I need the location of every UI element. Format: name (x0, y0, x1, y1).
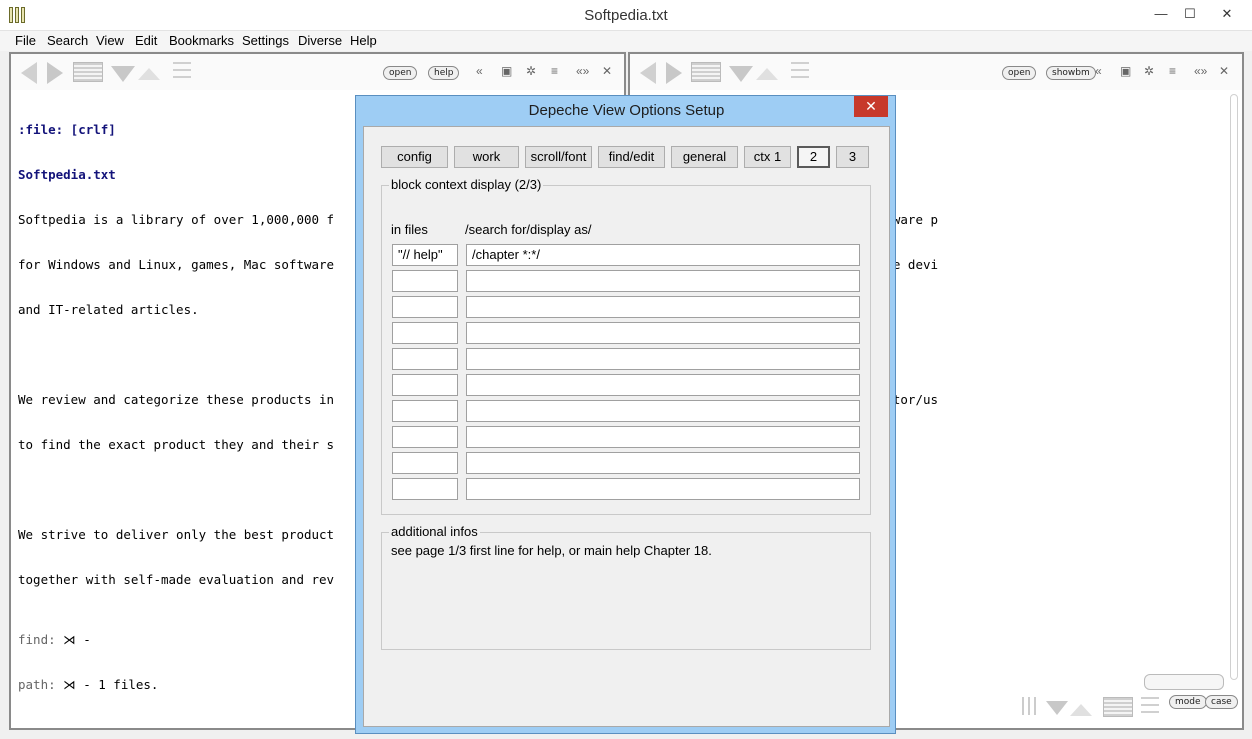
showbm-button[interactable]: showbm (1046, 66, 1096, 80)
info-text: see page 1/3 first line for help, or mai… (391, 543, 712, 558)
menu-settings[interactable]: Settings (242, 33, 289, 48)
dialog-close-button[interactable]: ✕ (854, 96, 888, 117)
tab-ctx-2[interactable]: 2 (797, 146, 830, 168)
close-pane-icon[interactable]: ✕ (1219, 64, 1229, 78)
in-files-field[interactable] (392, 322, 458, 344)
right-scrollbar[interactable] (1230, 94, 1238, 680)
menu-bar: File Search View Edit Bookmarks Settings… (0, 31, 1252, 51)
menu-diverse[interactable]: Diverse (298, 33, 342, 48)
in-files-field[interactable] (392, 270, 458, 292)
scroll-up-icon[interactable] (1070, 704, 1092, 716)
tab-ctx-1[interactable]: ctx 1 (744, 146, 791, 168)
menu-view[interactable]: View (96, 33, 124, 48)
close-window-button[interactable]: ✕ (1210, 3, 1244, 25)
search-display-field[interactable] (466, 322, 860, 344)
gear-icon[interactable]: ✲ (1144, 64, 1154, 78)
in-files-field[interactable] (392, 478, 458, 500)
in-files-field[interactable] (392, 374, 458, 396)
in-files-header: in files (391, 222, 428, 237)
search-display-field[interactable] (466, 374, 860, 396)
window-icon[interactable]: ▣ (1120, 64, 1131, 78)
title-bar: Softpedia.txt — ☐ ✕ (0, 0, 1252, 31)
in-files-field[interactable]: "// help" (392, 244, 458, 266)
scroll-up-icon[interactable] (138, 68, 160, 80)
options-dialog: Depeche View Options Setup ✕ config work… (355, 95, 896, 734)
tab-scroll-font[interactable]: scroll/font (525, 146, 592, 168)
list-icon[interactable] (1141, 697, 1159, 715)
search-display-field[interactable] (466, 426, 860, 448)
mode-button[interactable]: mode (1169, 695, 1207, 709)
scroll-up-icon[interactable] (756, 68, 778, 80)
list-icon[interactable] (791, 62, 809, 80)
pages-icon[interactable] (1103, 697, 1133, 717)
search-display-field[interactable] (466, 270, 860, 292)
close-pane-icon[interactable]: ✕ (602, 64, 612, 78)
open-button[interactable]: open (383, 66, 418, 80)
find-value[interactable]: ⋊ - (63, 632, 91, 647)
search-display-field[interactable] (466, 348, 860, 370)
case-button[interactable]: case (1205, 695, 1238, 709)
pages-icon[interactable] (691, 62, 721, 82)
swap-icon[interactable]: «» (1194, 64, 1207, 78)
grid-icon[interactable] (1022, 697, 1040, 715)
keyboard-icon[interactable] (1144, 674, 1224, 690)
swap-icon[interactable]: «» (576, 64, 589, 78)
path-label: path: (18, 677, 56, 692)
menu-edit[interactable]: Edit (135, 33, 157, 48)
forward-icon[interactable] (47, 62, 63, 84)
tab-work[interactable]: work (454, 146, 519, 168)
search-display-field[interactable] (466, 478, 860, 500)
back-icon[interactable] (640, 62, 656, 84)
left-status: find: ⋊ - path: ⋊ - 1 files. (18, 602, 158, 722)
search-display-field[interactable]: /chapter *:*/ (466, 244, 860, 266)
dialog-body: config work scroll/font find/edit genera… (363, 126, 890, 727)
open-button[interactable]: open (1002, 66, 1037, 80)
in-files-field[interactable] (392, 426, 458, 448)
minimize-button[interactable]: — (1148, 3, 1174, 25)
search-display-field[interactable] (466, 452, 860, 474)
list-icon[interactable] (173, 62, 191, 80)
gear-icon[interactable]: ✲ (526, 64, 536, 78)
scroll-down-icon[interactable] (1046, 701, 1068, 715)
tab-find-edit[interactable]: find/edit (598, 146, 665, 168)
search-display-header: /search for/display as/ (465, 222, 592, 237)
double-left-icon[interactable]: « (476, 64, 483, 78)
info-group-title: additional infos (389, 524, 480, 539)
window-icon[interactable]: ▣ (501, 64, 512, 78)
menu-help[interactable]: Help (350, 33, 377, 48)
tab-config[interactable]: config (381, 146, 448, 168)
pages-icon[interactable] (73, 62, 103, 82)
forward-icon[interactable] (666, 62, 682, 84)
dialog-title: Depeche View Options Setup (528, 102, 725, 119)
tab-ctx-3[interactable]: 3 (836, 146, 869, 168)
help-button[interactable]: help (428, 66, 460, 80)
search-display-field[interactable] (466, 296, 860, 318)
double-left-icon[interactable]: « (1095, 64, 1102, 78)
right-toolbar: open showbm « ▣ ✲ ≡ «» ✕ (630, 54, 1242, 90)
left-toolbar: open help « ▣ ✲ ≡ «» ✕ (11, 54, 624, 90)
path-value[interactable]: ⋊ - 1 files. (63, 677, 158, 692)
back-icon[interactable] (21, 62, 37, 84)
lines-icon[interactable]: ≡ (551, 64, 558, 78)
menu-search[interactable]: Search (47, 33, 88, 48)
group-title: block context display (2/3) (389, 177, 544, 192)
in-files-field[interactable] (392, 296, 458, 318)
scroll-down-icon[interactable] (729, 66, 753, 82)
in-files-field[interactable] (392, 400, 458, 422)
menu-file[interactable]: File (15, 33, 36, 48)
menu-bookmarks[interactable]: Bookmarks (169, 33, 234, 48)
search-display-field[interactable] (466, 400, 860, 422)
in-files-field[interactable] (392, 348, 458, 370)
in-files-field[interactable] (392, 452, 458, 474)
maximize-button[interactable]: ☐ (1177, 3, 1203, 25)
window-title: Softpedia.txt (584, 7, 668, 24)
find-label: find: (18, 632, 56, 647)
lines-icon[interactable]: ≡ (1169, 64, 1176, 78)
tab-general[interactable]: general (671, 146, 738, 168)
scroll-down-icon[interactable] (111, 66, 135, 82)
